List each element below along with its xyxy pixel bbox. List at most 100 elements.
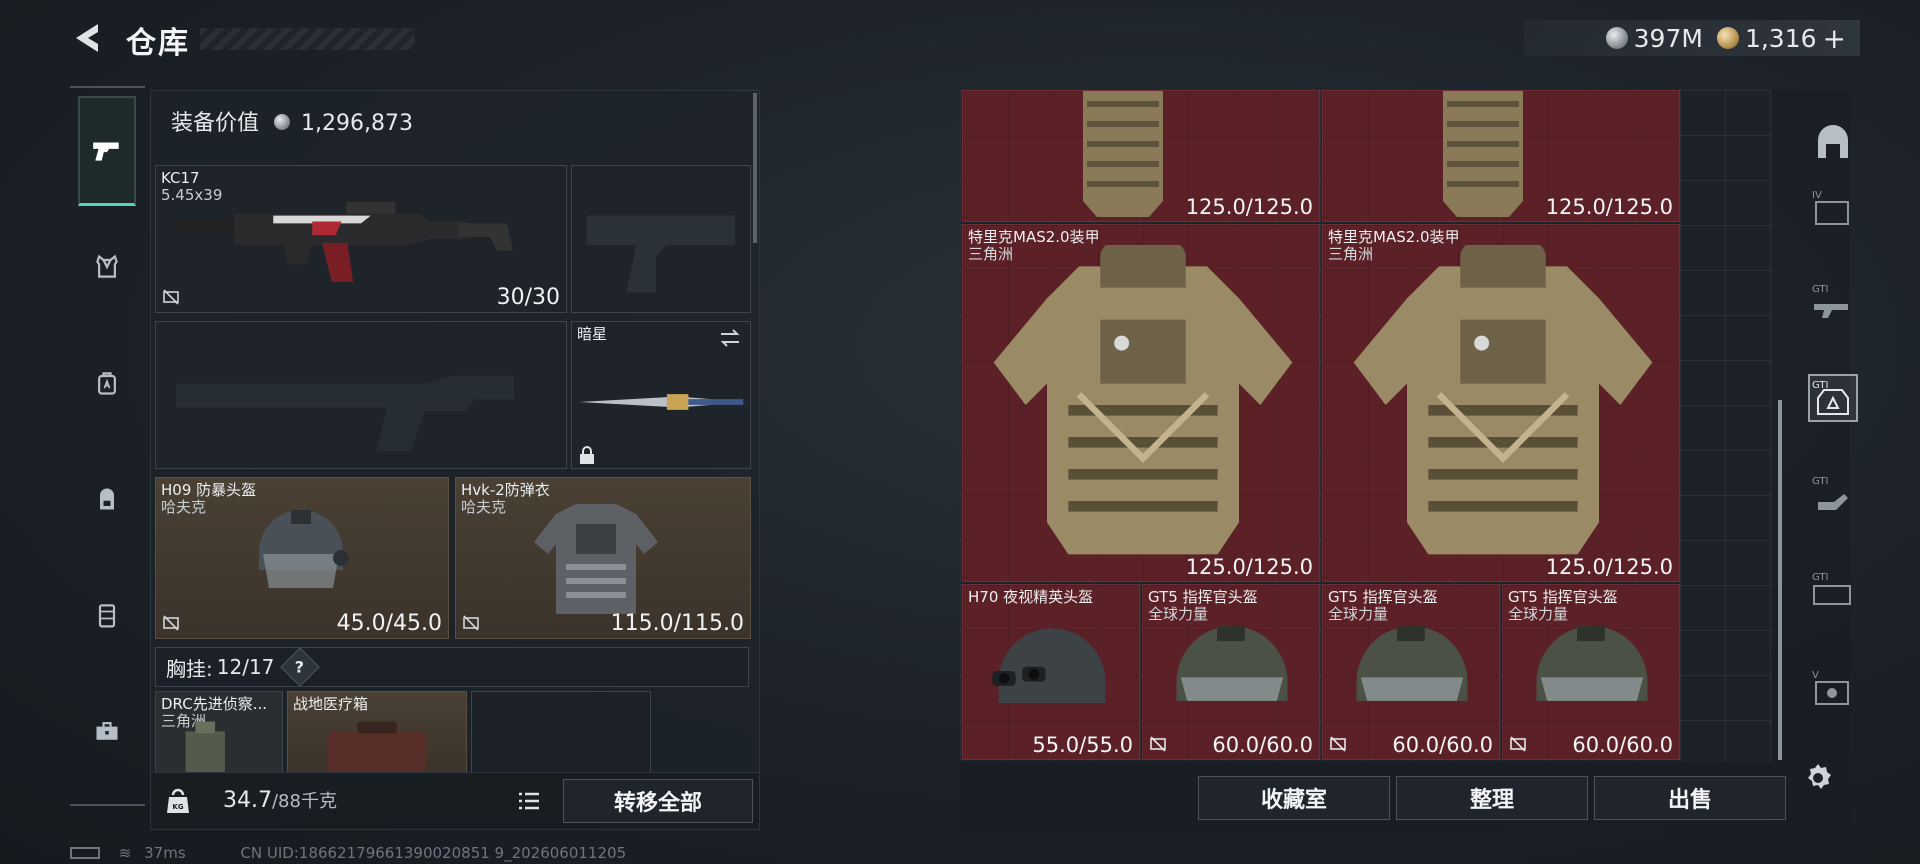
unbound-icon — [1510, 736, 1526, 752]
rifle-placeholder-icon — [175, 375, 515, 452]
unbound-icon — [163, 615, 179, 631]
max-weight: /88千克 — [271, 791, 337, 812]
organize-button[interactable]: 整理 — [1396, 776, 1588, 820]
nvg-helmet-icon — [992, 628, 1106, 703]
list-icon[interactable] — [513, 785, 545, 817]
back-arrow-icon[interactable] — [68, 18, 108, 58]
silver-currency: 397M — [1605, 24, 1703, 53]
item-durability: 125.0/125.0 — [1545, 555, 1673, 579]
stash-item-gt5-helmet[interactable]: GT5 指挥官头盔 全球力量 60.0/60.0 — [1502, 584, 1680, 760]
gti-case-icon[interactable]: GTI — [1810, 568, 1856, 612]
item-origin: 全球力量 — [1508, 605, 1569, 623]
item-durability: 55.0/55.0 — [1032, 733, 1133, 757]
armor-slot[interactable]: Hvk-2防弹衣 哈夫克 115.0/115.0 — [455, 477, 751, 639]
kc17-rifle-icon — [175, 201, 514, 282]
equipment-value-amount: 1,296,873 — [301, 111, 413, 136]
armor-origin: 哈夫克 — [461, 498, 507, 516]
helmet-durability: 45.0/45.0 — [336, 611, 442, 636]
sidebar-item-backpack-special[interactable] — [78, 354, 136, 412]
stash-item-gt5-helmet[interactable]: GT5 指挥官头盔 全球力量 60.0/60.0 — [1322, 584, 1500, 760]
item-origin: 三角洲 — [968, 245, 1014, 263]
tier-iv-icon[interactable]: IV — [1810, 186, 1856, 230]
item-name: 特里克MAS2.0装甲 — [968, 228, 1100, 246]
item-name: H70 夜视精英头盔 — [968, 588, 1094, 606]
chest-rig-empty-slot[interactable] — [471, 691, 651, 773]
home-icon[interactable] — [1810, 120, 1856, 164]
gt5-helmet-icon — [1536, 626, 1648, 701]
stash-item-mas2-armor[interactable]: 特里克MAS2.0装甲 三角洲 125.0/125.0 — [1322, 224, 1680, 582]
title-decoration — [200, 28, 415, 50]
chest-rig-capacity: 12/17 — [216, 655, 275, 679]
equipment-value-label: 装备价值 — [171, 111, 260, 136]
sidebar-item-backpack[interactable] — [78, 470, 136, 528]
loadout-scrollbar[interactable] — [753, 93, 757, 243]
item-origin: 全球力量 — [1148, 605, 1209, 623]
mas2-armor-icon — [1353, 245, 1653, 555]
svg-text:GTI: GTI — [1812, 572, 1828, 583]
primary-weapon-ammo: 30/30 — [496, 285, 560, 310]
add-currency-button[interactable]: + — [1823, 22, 1846, 55]
armor-camo-icon — [1083, 91, 1163, 217]
medkit-item[interactable]: 战地医疗箱 — [287, 691, 467, 773]
category-sidebar — [70, 86, 145, 806]
item-durability: 60.0/60.0 — [1392, 733, 1493, 757]
item-durability: 125.0/125.0 — [1185, 555, 1313, 579]
primary-weapon-slot[interactable]: KC17 5.45x39 30/30 — [155, 165, 567, 313]
svg-text:GTI: GTI — [1812, 284, 1828, 295]
secondary-weapon-slot-empty[interactable] — [155, 321, 567, 469]
stash-item-gt5-helmet[interactable]: GT5 指挥官头盔 全球力量 60.0/60.0 — [1142, 584, 1320, 760]
item-name: 特里克MAS2.0装甲 — [1328, 228, 1460, 246]
gold-currency[interactable]: 1,316 + — [1716, 22, 1846, 55]
sidebar-item-locker[interactable] — [78, 586, 136, 644]
status-bar: ≋ 37ms CN UID:18662179661390020851 9_202… — [70, 844, 626, 862]
item-durability: 60.0/60.0 — [1572, 733, 1673, 757]
loadout-panel: 装备价值 1,296,873 KC17 5.45x39 30/30 暗星 H09… — [150, 90, 760, 830]
svg-text:V: V — [1812, 670, 1819, 681]
silver-coin-icon — [1605, 27, 1628, 49]
unbound-icon — [1150, 736, 1166, 752]
transfer-all-button[interactable]: 转移全部 — [563, 779, 753, 823]
item-durability: 60.0/60.0 — [1212, 733, 1313, 757]
kettlebell-icon: KG — [167, 788, 189, 813]
help-button[interactable]: ? — [280, 647, 321, 687]
sell-button[interactable]: 出售 — [1594, 776, 1786, 820]
chest-rig-item[interactable]: DRC先进侦察... 三角洲 — [155, 691, 283, 773]
gold-amount: 1,316 — [1744, 23, 1817, 53]
stash-item-armor-top-2[interactable]: 125.0/125.0 — [1322, 90, 1680, 222]
unbound-icon — [163, 289, 179, 305]
sidebar-item-weapons[interactable] — [78, 96, 136, 206]
gti-rifle-icon[interactable]: GTI — [1810, 280, 1856, 324]
melee-slot[interactable]: 暗星 — [571, 321, 751, 469]
gti-armor-icon[interactable]: GTI — [1808, 374, 1858, 422]
weight-bar: KG 34.7/88千克 转移全部 — [150, 772, 760, 830]
item-durability: 125.0/125.0 — [1545, 195, 1673, 219]
helmet-origin: 哈夫克 — [161, 498, 207, 516]
stash-scrollbar[interactable] — [1778, 400, 1782, 760]
pistol-slot-empty[interactable] — [571, 165, 751, 313]
item-origin: 三角洲 — [1328, 245, 1374, 263]
armor-durability: 115.0/115.0 — [610, 611, 744, 636]
gti-hand-icon[interactable]: GTI — [1810, 472, 1856, 516]
settings-gear-icon[interactable] — [1800, 760, 1836, 796]
dagger-icon — [578, 394, 746, 410]
svg-text:KG: KG — [172, 803, 183, 811]
helmet-slot[interactable]: H09 防暴头盔 哈夫克 45.0/45.0 — [155, 477, 449, 639]
swap-icon[interactable] — [718, 328, 742, 348]
current-weight: 34.7 — [223, 788, 272, 813]
sidebar-item-toolbox[interactable] — [78, 702, 136, 760]
wifi-icon: ≋ — [118, 844, 132, 862]
riot-helmet-icon — [259, 510, 349, 588]
armor-camo-icon — [1443, 91, 1523, 217]
body-armor-icon — [534, 504, 658, 614]
mas2-armor-icon — [993, 245, 1293, 555]
collection-room-button[interactable]: 收藏室 — [1198, 776, 1390, 820]
backpack-a-icon — [98, 372, 116, 395]
sidebar-item-armor[interactable] — [78, 238, 136, 296]
equipment-value: 装备价值 1,296,873 — [171, 105, 413, 137]
pistol-placeholder-icon — [586, 215, 736, 293]
tier-v-icon[interactable]: V — [1810, 666, 1856, 710]
stash-item-armor-top-1[interactable]: 125.0/125.0 — [962, 90, 1320, 222]
ping-value: 37ms — [144, 844, 186, 862]
stash-item-mas2-armor[interactable]: 特里克MAS2.0装甲 三角洲 125.0/125.0 — [962, 224, 1320, 582]
stash-item-h70-helmet[interactable]: H70 夜视精英头盔 55.0/55.0 — [962, 584, 1140, 760]
